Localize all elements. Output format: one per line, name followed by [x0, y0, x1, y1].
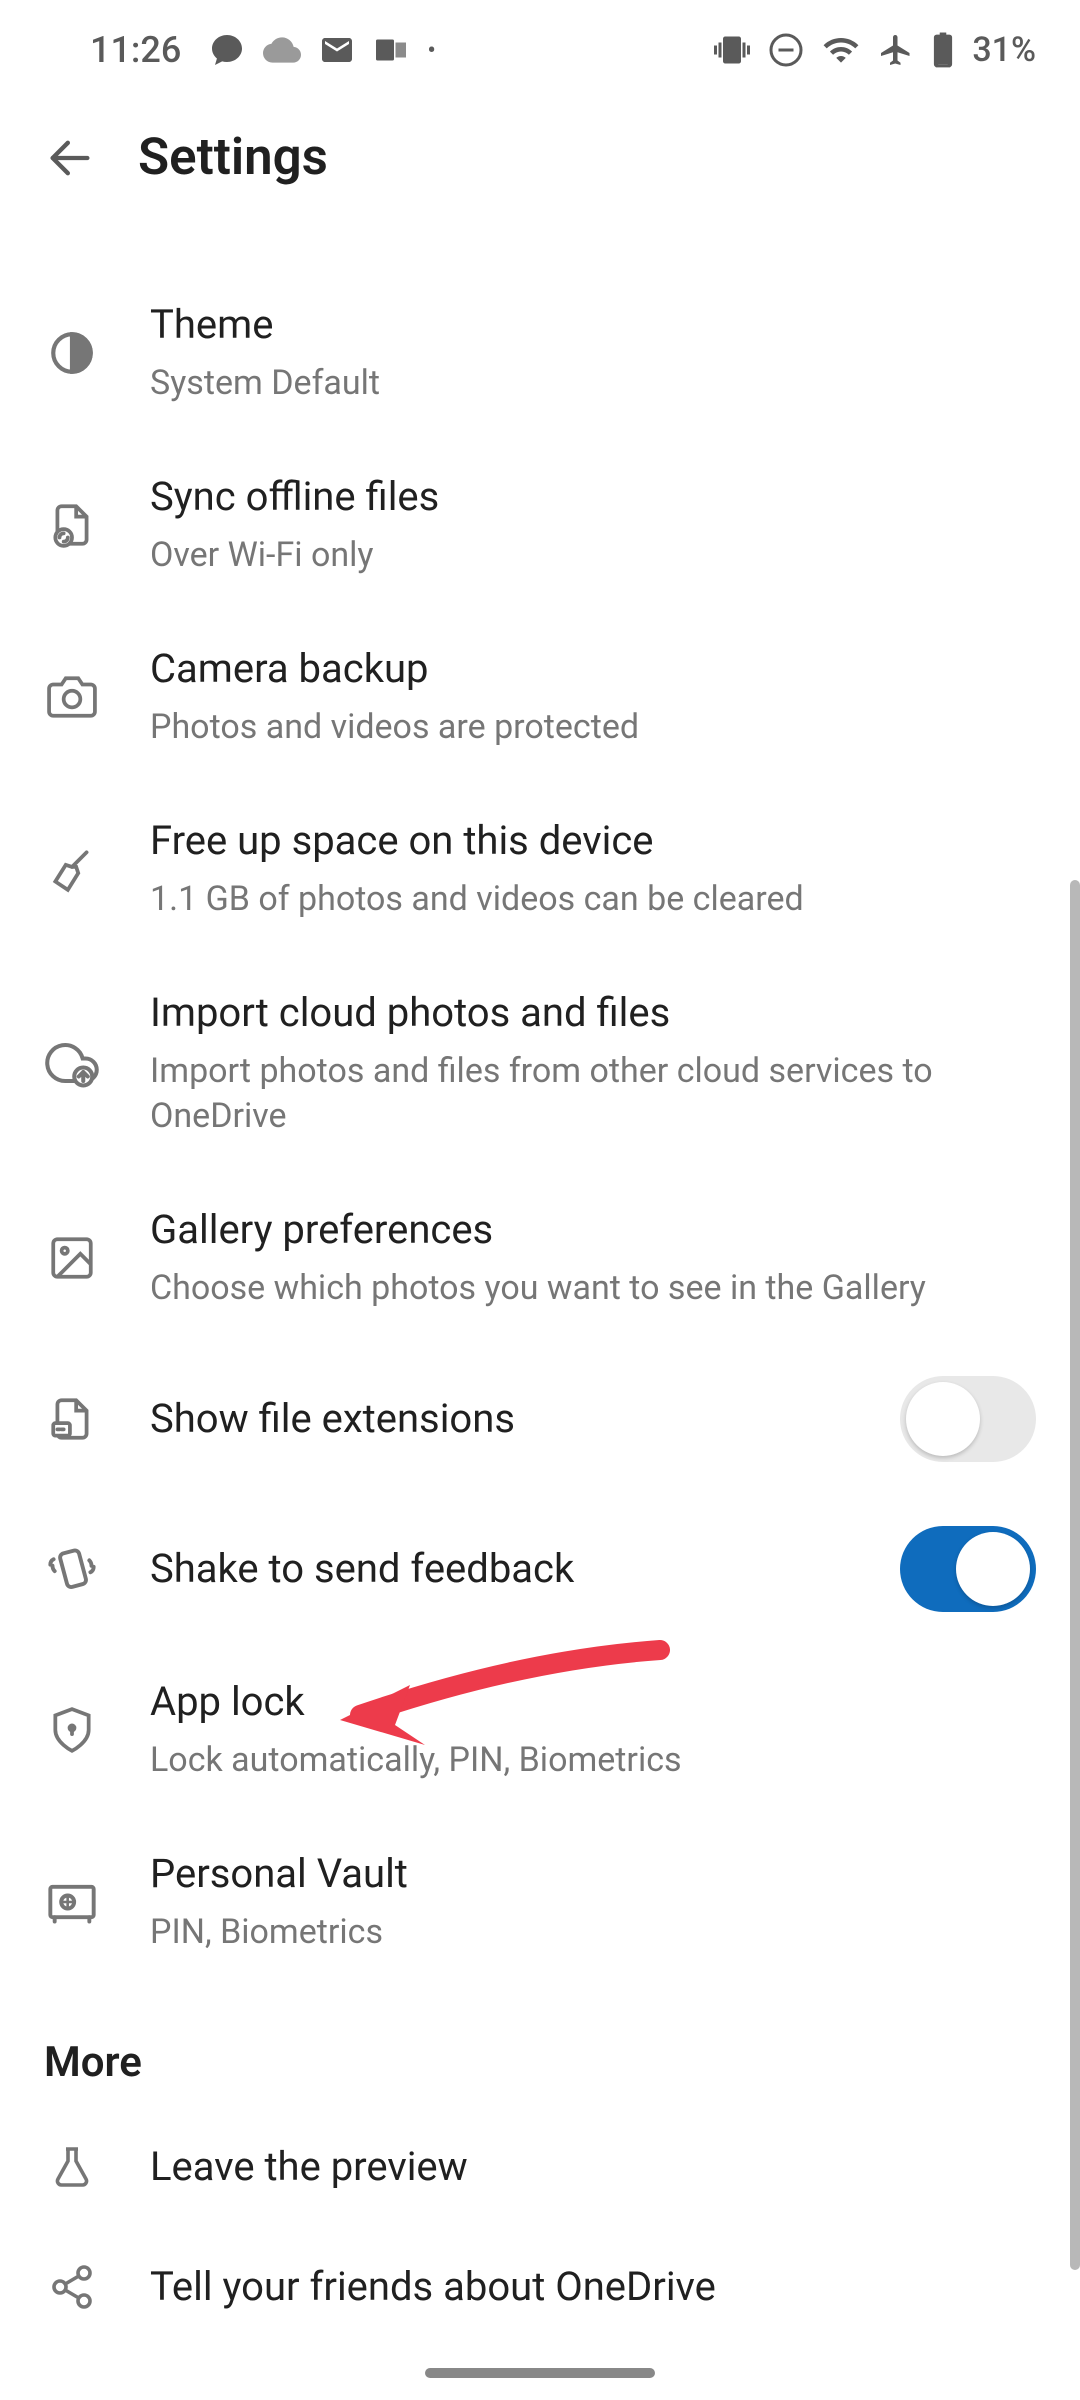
toggle-show-extensions[interactable] — [900, 1376, 1036, 1462]
setting-subtitle: Choose which photos you want to see in t… — [150, 1266, 1036, 1312]
camera-icon — [44, 669, 100, 725]
setting-shake-feedback[interactable]: Shake to send feedback — [0, 1494, 1080, 1644]
image-icon — [44, 1230, 100, 1286]
app-header: Settings — [0, 100, 1080, 227]
back-arrow-icon[interactable] — [44, 132, 96, 184]
setting-title: Camera backup — [150, 643, 1036, 695]
vault-icon — [44, 1874, 100, 1930]
cloud-upload-icon — [44, 1035, 100, 1091]
battery-icon — [932, 31, 954, 69]
status-left: 11:26 • — [90, 29, 436, 71]
setting-gallery-preferences[interactable]: Gallery preferences Choose which photos … — [0, 1172, 1080, 1344]
setting-personal-vault[interactable]: Personal Vault PIN, Biometrics — [0, 1816, 1080, 1988]
setting-camera-backup[interactable]: Camera backup Photos and videos are prot… — [0, 611, 1080, 783]
home-indicator[interactable] — [425, 2368, 655, 2378]
beaker-icon — [44, 2139, 100, 2195]
broom-icon — [44, 841, 100, 897]
share-icon — [44, 2259, 100, 2315]
cloud-icon — [263, 31, 301, 69]
setting-title: Personal Vault — [150, 1848, 1036, 1900]
status-bar: 11:26 • 31% — [0, 0, 1080, 100]
dnd-icon — [768, 32, 804, 68]
airplane-icon — [878, 32, 914, 68]
settings-list[interactable]: Theme System Default Sync offline files … — [0, 227, 1080, 2347]
chat-bubble-icon — [209, 32, 245, 68]
setting-title: Theme — [150, 299, 1036, 351]
vibrate-icon — [714, 32, 750, 68]
file-info-icon — [44, 1391, 100, 1447]
setting-subtitle: PIN, Biometrics — [150, 1910, 1036, 1956]
page-title: Settings — [138, 128, 328, 187]
shake-phone-icon — [44, 1541, 100, 1597]
shield-lock-icon — [44, 1702, 100, 1758]
setting-subtitle: System Default — [150, 361, 1036, 407]
setting-theme[interactable]: Theme System Default — [0, 267, 1080, 439]
setting-tell-friends[interactable]: Tell your friends about OneDrive — [0, 2227, 1080, 2347]
gmail-icon — [319, 32, 355, 68]
setting-free-up-space[interactable]: Free up space on this device 1.1 GB of p… — [0, 783, 1080, 955]
dot-icon: • — [427, 36, 435, 64]
setting-subtitle: Over Wi-Fi only — [150, 533, 1036, 579]
battery-percentage: 31% — [972, 30, 1036, 70]
setting-subtitle: Import photos and files from other cloud… — [150, 1049, 1036, 1141]
status-time: 11:26 — [90, 29, 181, 71]
wifi-icon — [822, 31, 860, 69]
setting-title: Leave the preview — [150, 2141, 1036, 2193]
setting-title: Tell your friends about OneDrive — [150, 2261, 1036, 2313]
setting-leave-preview[interactable]: Leave the preview — [0, 2107, 1080, 2227]
setting-subtitle: 1.1 GB of photos and videos can be clear… — [150, 877, 1036, 923]
scrollbar[interactable] — [1070, 880, 1080, 2270]
sync-file-icon — [44, 497, 100, 553]
setting-title: Free up space on this device — [150, 815, 1036, 867]
theme-icon — [44, 325, 100, 381]
section-header-more: More — [0, 1988, 1080, 2107]
setting-subtitle: Photos and videos are protected — [150, 705, 1036, 751]
setting-sync-offline[interactable]: Sync offline files Over Wi-Fi only — [0, 439, 1080, 611]
setting-title: Show file extensions — [150, 1393, 880, 1445]
setting-import-cloud[interactable]: Import cloud photos and files Import pho… — [0, 955, 1080, 1173]
setting-app-lock[interactable]: App lock Lock automatically, PIN, Biomet… — [0, 1644, 1080, 1816]
setting-title: Sync offline files — [150, 471, 1036, 523]
setting-title: App lock — [150, 1676, 1036, 1728]
setting-title: Import cloud photos and files — [150, 987, 1036, 1039]
setting-title: Shake to send feedback — [150, 1543, 880, 1595]
toggle-shake-feedback[interactable] — [900, 1526, 1036, 1612]
setting-subtitle: Lock automatically, PIN, Biometrics — [150, 1738, 1036, 1784]
outlook-icon — [373, 32, 409, 68]
status-right: 31% — [714, 30, 1036, 70]
setting-show-extensions[interactable]: Show file extensions — [0, 1344, 1080, 1494]
setting-title: Gallery preferences — [150, 1204, 1036, 1256]
